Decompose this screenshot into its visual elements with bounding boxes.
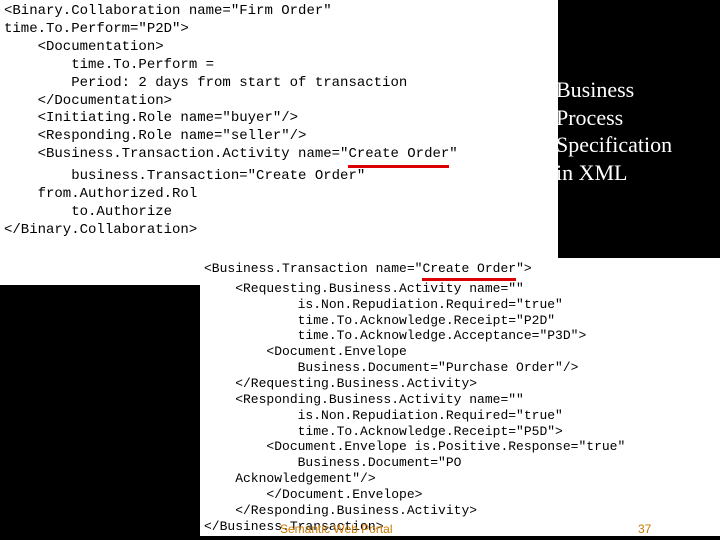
code-line: <Responding.Business.Activity name="" (204, 392, 524, 407)
code-line: <Document.Envelope is.Positive.Response=… (204, 439, 625, 454)
code-line: <Business.Transaction name="Create Order… (204, 261, 532, 276)
code-line: Business.Document="Purchase Order"/> (204, 360, 578, 375)
xml-binary-collaboration: <Binary.Collaboration name="Firm Order" … (0, 0, 558, 285)
code-line: time.To.Perform="P2D"> (4, 21, 189, 37)
code-line: time.To.Perform = (4, 57, 214, 73)
title-line: Specification (556, 131, 720, 159)
code-line: <Responding.Role name="seller"/> (4, 128, 306, 144)
code-line: </Documentation> (4, 93, 172, 109)
title-line: in XML (556, 159, 720, 187)
code-line: Acknowledgement"/> (204, 471, 376, 486)
code-line: time.To.Acknowledge.Receipt="P2D" (204, 313, 555, 328)
title-line: Business (556, 76, 720, 104)
code-line: <Business.Transaction.Activity name="Cre… (4, 146, 458, 162)
code-line: <Document.Envelope (204, 344, 407, 359)
link-create-order-inner: Create Order (422, 261, 516, 281)
code-line: <Documentation> (4, 39, 164, 55)
link-create-order: Create Order (348, 146, 449, 168)
code-line: business.Transaction="Create Order" (4, 168, 365, 184)
code-line: Business.Document="PO (204, 455, 461, 470)
footer-label: Semantic Web Portal (280, 522, 393, 536)
code-line: </Binary.Collaboration> (4, 222, 197, 238)
code-line: </Document.Envelope> (204, 487, 422, 502)
code-line: </Responding.Business.Activity> (204, 503, 477, 518)
code-line: <Initiating.Role name="buyer"/> (4, 110, 298, 126)
title-line: Process (556, 104, 720, 132)
code-line: is.Non.Repudiation.Required="true" (204, 408, 563, 423)
slide-title: Business Process Specification in XML (556, 76, 720, 186)
code-line: time.To.Acknowledge.Acceptance="P3D"> (204, 328, 586, 343)
code-line: <Binary.Collaboration name="Firm Order" (4, 3, 332, 19)
code-line: from.Authorized.Rol (4, 186, 197, 202)
code-line: time.To.Acknowledge.Receipt="P5D"> (204, 424, 563, 439)
code-line: to.Authorize (4, 204, 172, 220)
code-line: <Requesting.Business.Activity name="" (204, 281, 524, 296)
code-line: Period: 2 days from start of transaction (4, 75, 407, 91)
page-number: 37 (638, 522, 651, 536)
xml-business-transaction: <Business.Transaction name="Create Order… (200, 258, 720, 536)
code-line: </Requesting.Business.Activity> (204, 376, 477, 391)
code-line: is.Non.Repudiation.Required="true" (204, 297, 563, 312)
